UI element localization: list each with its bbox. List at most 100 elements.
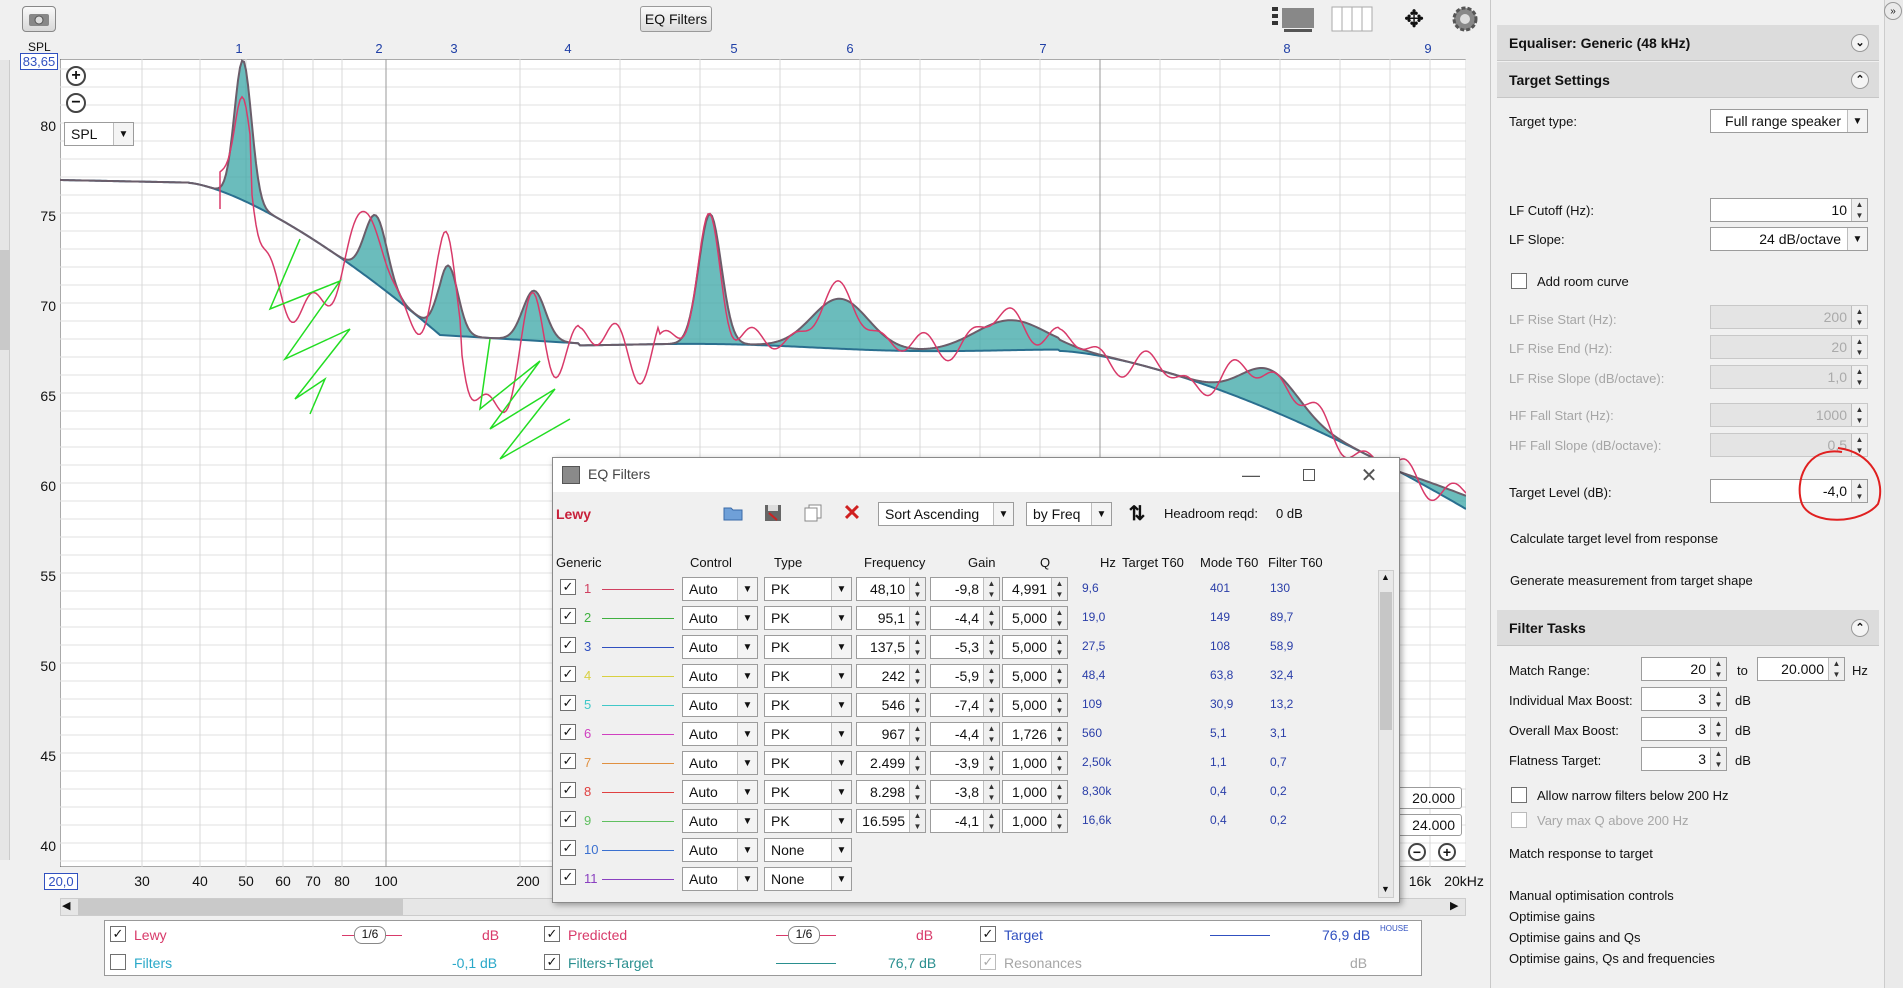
type-select[interactable]: PK ▼ [764,722,852,746]
scroll-right-icon[interactable]: ▶ [1450,899,1458,912]
stepper-icon[interactable]: ▲ ▼ [909,810,925,832]
stepper-icon[interactable]: ▲ ▼ [909,694,925,716]
x-start-value[interactable]: 20,0 [44,873,78,890]
stepper-icon[interactable]: ▲ ▼ [1051,752,1067,774]
type-select[interactable]: PK ▼ [764,606,852,630]
stepper-icon[interactable]: ▲ ▼ [1828,658,1844,680]
range-field-2[interactable]: 24.000 [1396,814,1462,836]
filter-enabled-checkbox[interactable]: ✓ [560,579,576,595]
stepper-icon[interactable]: ▲ ▼ [983,607,999,629]
spl-select[interactable]: SPL ▼ [64,122,134,146]
frequency-field[interactable]: 546 ▲ ▼ [856,693,926,717]
stepper-icon[interactable]: ▲ ▼ [909,723,925,745]
gear-icon[interactable] [1450,4,1480,34]
filter-tasks-header[interactable]: Filter Tasks ⌃ [1497,610,1879,646]
match-range-from[interactable]: 20 ▲ ▼ [1641,657,1727,681]
filter-enabled-checkbox[interactable]: ✓ [560,753,576,769]
scroll-left-icon[interactable]: ◀ [62,899,70,912]
stepper-icon[interactable]: ▲ ▼ [1710,688,1726,710]
q-field[interactable]: 1,000 ▲ ▼ [1002,809,1068,833]
copy-icon[interactable] [802,503,824,523]
eq-scroll-thumb[interactable] [1380,592,1392,730]
stepper-icon[interactable]: ▲ ▼ [1051,694,1067,716]
allow-narrow-checkbox[interactable] [1511,787,1527,803]
stepper-icon[interactable]: ▲ ▼ [1710,658,1726,680]
gain-field[interactable]: -3,8 ▲ ▼ [930,780,1000,804]
filter-enabled-checkbox[interactable]: ✓ [560,637,576,653]
lf-rise-start-field[interactable]: 200 ▲ ▼ [1710,305,1868,329]
left-scroll-thumb[interactable] [0,250,10,350]
range-field-1[interactable]: 20.000 [1396,787,1462,809]
target-settings-header[interactable]: Target Settings ⌃ [1497,62,1879,98]
q-field[interactable]: 5,000 ▲ ▼ [1002,664,1068,688]
stepper-icon[interactable]: ▲ ▼ [909,781,925,803]
equaliser-header[interactable]: Equaliser: Generic (48 kHz) ⌄ [1497,25,1879,61]
gain-field[interactable]: -5,9 ▲ ▼ [930,664,1000,688]
type-select[interactable]: PK ▼ [764,693,852,717]
lf-rise-slope-field[interactable]: 1,0 ▲ ▼ [1710,365,1868,389]
zoom-in-x-icon[interactable]: + [1438,843,1456,861]
type-select[interactable]: None ▼ [764,838,852,862]
stepper-icon[interactable]: ▲ ▼ [1051,665,1067,687]
predicted-checkbox[interactable]: ✓ [544,926,560,942]
control-select[interactable]: Auto ▼ [682,722,758,746]
frequency-field[interactable]: 2.499 ▲ ▼ [856,751,926,775]
stepper-icon[interactable]: ▲ ▼ [983,810,999,832]
chevron-up-icon[interactable]: ⌃ [1851,619,1869,637]
stepper-icon[interactable]: ▲ ▼ [909,578,925,600]
control-select[interactable]: Auto ▼ [682,693,758,717]
eq-filters-button[interactable]: EQ Filters [640,6,712,32]
calc-target-level-link[interactable]: Calculate target level from response [1510,531,1718,546]
stepper-icon[interactable]: ▲ ▼ [1051,578,1067,600]
manual-optimisation-link[interactable]: Manual optimisation controls [1509,888,1674,903]
right-panel-scroll-track[interactable] [1884,0,1903,988]
horizontal-scroll-thumb[interactable] [78,899,403,915]
layout-icon[interactable] [1270,4,1318,34]
zoom-out-icon[interactable]: − [66,93,86,113]
chevron-down-icon[interactable]: ⌄ [1851,34,1869,52]
lf-cutoff-field[interactable]: 10 ▲ ▼ [1710,198,1868,222]
filter-enabled-checkbox[interactable]: ✓ [560,811,576,827]
resonances-checkbox[interactable]: ✓ [980,954,996,970]
frequency-field[interactable]: 137,5 ▲ ▼ [856,635,926,659]
frequency-field[interactable]: 16.595 ▲ ▼ [856,809,926,833]
gain-field[interactable]: -4,1 ▲ ▼ [930,809,1000,833]
control-select[interactable]: Auto ▼ [682,606,758,630]
close-icon[interactable]: ✕ [1354,462,1384,488]
control-select[interactable]: Auto ▼ [682,809,758,833]
stepper-icon[interactable]: ▲ ▼ [909,607,925,629]
control-select[interactable]: Auto ▼ [682,664,758,688]
type-select[interactable]: None ▼ [764,867,852,891]
gain-field[interactable]: -4,4 ▲ ▼ [930,722,1000,746]
control-select[interactable]: Auto ▼ [682,635,758,659]
gain-field[interactable]: -5,3 ▲ ▼ [930,635,1000,659]
q-field[interactable]: 1,000 ▲ ▼ [1002,780,1068,804]
stepper-icon[interactable]: ▲ ▼ [1051,810,1067,832]
match-range-to[interactable]: 20.000 ▲ ▼ [1757,657,1845,681]
filter-enabled-checkbox[interactable]: ✓ [560,782,576,798]
eq-scroll-down-icon[interactable]: ▼ [1381,884,1390,894]
filters-target-checkbox[interactable]: ✓ [544,954,560,970]
match-response-link[interactable]: Match response to target [1509,846,1653,861]
stepper-icon[interactable]: ▲ ▼ [983,636,999,658]
sort-direction-icon[interactable]: ⇅ [1124,501,1150,525]
type-select[interactable]: PK ▼ [764,751,852,775]
lf-rise-end-field[interactable]: 20 ▲ ▼ [1710,335,1868,359]
save-icon[interactable] [762,503,784,523]
control-select[interactable]: Auto ▼ [682,780,758,804]
q-field[interactable]: 5,000 ▲ ▼ [1002,606,1068,630]
stepper-icon[interactable]: ▲ ▼ [1051,723,1067,745]
q-field[interactable]: 5,000 ▲ ▼ [1002,693,1068,717]
gain-field[interactable]: -7,4 ▲ ▼ [930,693,1000,717]
optimise-all-link[interactable]: Optimise gains, Qs and frequencies [1509,951,1715,966]
q-field[interactable]: 4,991 ▲ ▼ [1002,577,1068,601]
stepper-icon[interactable]: ▲ ▼ [983,781,999,803]
lewy-checkbox[interactable]: ✓ [110,926,126,942]
stepper-icon[interactable]: ▲ ▼ [1710,718,1726,740]
sort-select[interactable]: Sort Ascending ▼ [878,502,1014,526]
minimize-icon[interactable]: — [1236,462,1266,488]
stepper-icon[interactable]: ▲ ▼ [1051,607,1067,629]
q-field[interactable]: 5,000 ▲ ▼ [1002,635,1068,659]
frequency-field[interactable]: 8.298 ▲ ▼ [856,780,926,804]
flatness-target-field[interactable]: 3 ▲ ▼ [1641,747,1727,771]
